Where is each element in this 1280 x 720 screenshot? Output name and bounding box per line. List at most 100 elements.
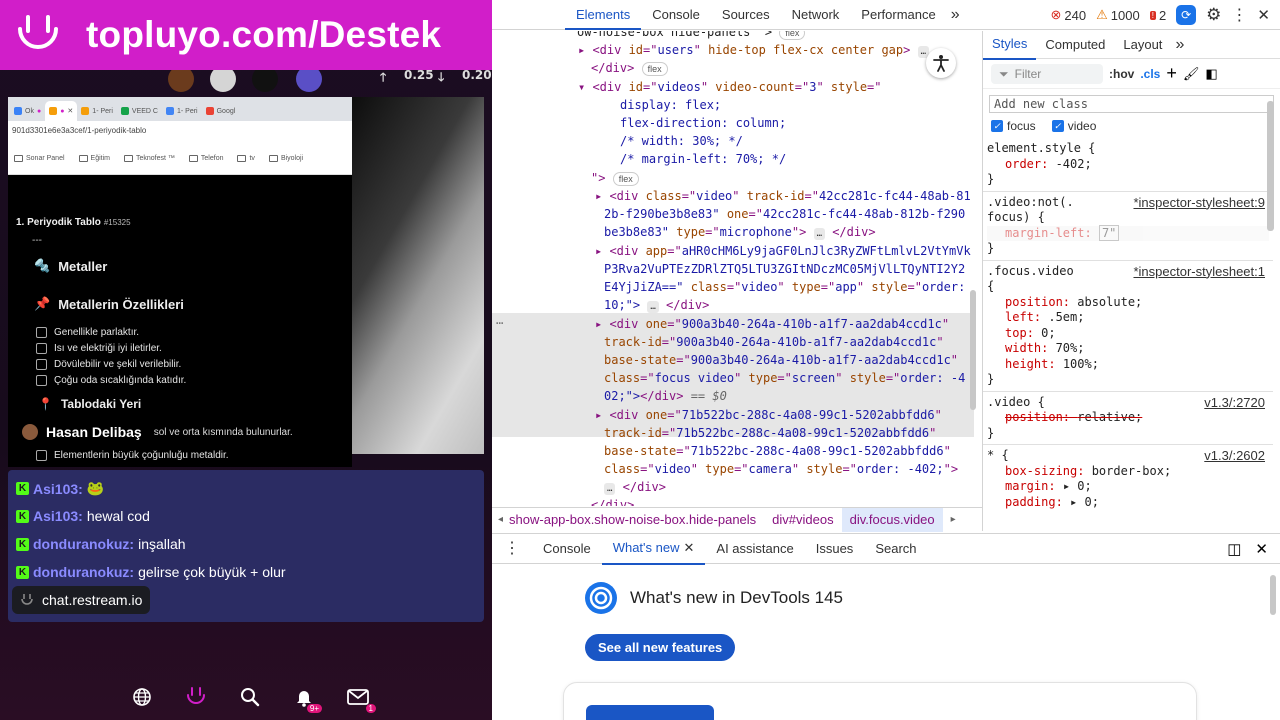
drawer-tab-console[interactable]: Console: [532, 534, 602, 564]
breadcrumb-right-arrow-icon[interactable]: ▸: [943, 514, 964, 525]
tree-line: 10;"> … </div>: [604, 298, 710, 313]
bottom-dock: 9+ 1: [130, 682, 376, 713]
inline-style-line: flex-direction: column;: [620, 116, 787, 130]
feature-card[interactable]: [563, 682, 1197, 720]
mail-icon[interactable]: 1: [346, 685, 376, 713]
styles-tab-bar: Styles Computed Layout »: [983, 31, 1280, 60]
rule-video[interactable]: v1.3/:2720 .video { position: relative; …: [983, 395, 1273, 445]
error-count[interactable]: ⊗ 240: [1051, 7, 1087, 23]
webcam-feed: [352, 97, 484, 454]
issue-count[interactable]: ! 2: [1149, 8, 1166, 23]
tree-node-microphone[interactable]: ▸ <div class="video" track-id="42cc281c-…: [595, 187, 971, 205]
issue-icon: !: [1149, 10, 1156, 20]
browser-tab: 1- Peri: [162, 101, 202, 121]
smile-icon: [21, 594, 33, 605]
tab-console[interactable]: Console: [641, 0, 711, 30]
drawer-tab-issues[interactable]: Issues: [805, 534, 865, 564]
whats-new-panel: What's new in DevTools 145 See all new f…: [492, 565, 1280, 720]
stream-overlay: topluyo.com/Destek 🡑 0.25 🡓 0.20 Ok ● ● ✕ …: [0, 0, 492, 720]
tab-sources[interactable]: Sources: [711, 0, 781, 30]
search-icon[interactable]: [238, 685, 262, 709]
warning-count[interactable]: ⚠ 1000: [1096, 7, 1140, 23]
kick-icon: K: [16, 482, 29, 495]
close-devtools-icon[interactable]: ✕: [1257, 6, 1270, 24]
dock-side-icon[interactable]: ◫: [1217, 540, 1251, 558]
stylesheet-link[interactable]: v1.3/:2602: [1204, 448, 1265, 464]
topluyo-home-icon[interactable]: [184, 685, 208, 709]
upvote-icon: 🡑: [380, 70, 387, 84]
stylesheet-link[interactable]: v1.3/:2720: [1204, 395, 1265, 411]
bell-icon[interactable]: 9+: [292, 685, 322, 713]
add-rule-icon[interactable]: +: [1166, 63, 1177, 84]
drawer-tab-search[interactable]: Search: [864, 534, 927, 564]
folder-icon: [188, 155, 198, 162]
cls-toggle[interactable]: .cls: [1140, 67, 1160, 81]
sidebar-toggle-icon[interactable]: ◧: [1205, 66, 1217, 82]
chrome-devtools-logo-icon: [585, 582, 617, 614]
kebab-menu-icon[interactable]: ⋮: [1231, 5, 1247, 25]
rule-focus-video[interactable]: *inspector-stylesheet:1 .focus.video { p…: [983, 264, 1273, 392]
class-checkbox-video[interactable]: ✓ video: [1051, 119, 1096, 133]
stylesheet-link[interactable]: *inspector-stylesheet:1: [1133, 264, 1265, 280]
node-options-icon[interactable]: ⋯: [496, 314, 503, 332]
add-class-input[interactable]: Add new class: [989, 95, 1274, 113]
drawer-scrollbar[interactable]: [1270, 575, 1276, 615]
hov-toggle[interactable]: :hov: [1109, 67, 1134, 81]
heading-metaller: 🔩 Metaller: [34, 258, 108, 274]
browser-tab-strip: Ok ● ● ✕ 1- Peri VEED C 1- Peri Googl: [8, 97, 352, 121]
drawer-menu-icon[interactable]: ⋮: [492, 534, 532, 564]
styles-filter-input[interactable]: ⏷ Filter: [991, 63, 1103, 84]
kick-icon: K: [16, 565, 29, 579]
chat-message: Kdonduranokuz: gelirse çok büyük + olur: [16, 564, 286, 580]
tree-node-users[interactable]: ▸ <div id="users" hide-top flex-cx cente…: [578, 41, 930, 59]
todo-item: Isı ve elektriği iyi iletirler.: [36, 343, 162, 354]
tab-layout[interactable]: Layout: [1114, 31, 1171, 59]
error-icon: ⊗: [1050, 7, 1062, 22]
breadcrumb-item-active[interactable]: div.focus.video: [841, 507, 943, 532]
drawer-tab-whats-new[interactable]: What's new ✕: [601, 533, 706, 565]
more-tabs-chevron-icon[interactable]: »: [947, 0, 964, 30]
tree-node-focus-video[interactable]: ▸ <div one="900a3b40-264a-410b-a1f7-aa2d…: [595, 315, 949, 333]
rule-universal[interactable]: v1.3/:2602 * { box-sizing: border-box; m…: [983, 448, 1273, 513]
dom-breadcrumb: ◂ show-app-box.show-noise-box.hide-panel…: [492, 507, 982, 532]
whats-new-heading: What's new in DevTools 145: [584, 581, 843, 615]
more-panes-chevron-icon[interactable]: »: [1171, 31, 1188, 59]
browser-url-bar: 901d3301e6e3a3cef/1-periyodik-tablo: [8, 121, 352, 143]
smile-logo-icon: [18, 15, 58, 49]
todo-item: Genellikle parlaktır.: [36, 327, 139, 338]
tree-node-videos[interactable]: ▾ <div id="videos" video-count="3" style…: [578, 78, 882, 96]
chat-message: Kdonduranokuz: inşallah: [16, 536, 186, 552]
breadcrumb-left-arrow-icon[interactable]: ◂: [492, 514, 509, 525]
tree-node-camera[interactable]: ▸ <div one="71b522bc-288c-4a08-99c1-5202…: [595, 406, 942, 424]
tab-styles[interactable]: Styles: [983, 31, 1037, 60]
folder-icon: [14, 155, 23, 162]
browser-tab: VEED C: [117, 101, 162, 121]
downvote-icon: 🡓: [438, 70, 445, 84]
close-drawer-icon[interactable]: ✕: [1251, 540, 1280, 558]
tab-elements[interactable]: Elements: [565, 0, 642, 30]
breadcrumb-item[interactable]: show-app-box.show-noise-box.hide-panels: [509, 508, 764, 532]
settings-gear-icon[interactable]: ⚙: [1206, 5, 1221, 25]
notification-count: 9+: [306, 704, 322, 713]
tab-network[interactable]: Network: [781, 0, 851, 30]
tree-node-app[interactable]: ▸ <div app="aHR0cHM6Ly9jaGF0LnJlc3RyZWFt…: [595, 242, 971, 260]
rule-element-style[interactable]: element.style { order: -402; }: [983, 141, 1273, 192]
stylesheet-link[interactable]: *inspector-stylesheet:9: [1133, 195, 1265, 211]
styles-scrollbar[interactable]: [1267, 101, 1274, 231]
rule-video-not-focus[interactable]: *inspector-stylesheet:9 .video:not(. foc…: [983, 195, 1273, 261]
drawer-tab-ai-assistance[interactable]: AI assistance: [705, 534, 804, 564]
elements-tree[interactable]: ow-noise-box hide-panels" > flex ▸ <div …: [492, 31, 982, 506]
tree-line: base-state="71b522bc-288c-4a08-99c1-5202…: [604, 444, 951, 458]
see-all-features-button[interactable]: See all new features: [585, 634, 736, 661]
location-pin-icon: 📍: [38, 397, 53, 411]
paint-brush-icon[interactable]: 🖌: [1183, 66, 1200, 82]
globe-icon[interactable]: [130, 685, 154, 709]
class-checkbox-focus[interactable]: ✓ focus: [991, 119, 1036, 133]
breadcrumb-item[interactable]: div#videos: [764, 508, 841, 532]
accessibility-tree-toggle-icon[interactable]: [926, 48, 956, 78]
streamer-name-tag: Hasan Delibaş sol ve orta kısmında bulun…: [8, 417, 352, 447]
tab-computed[interactable]: Computed: [1036, 31, 1114, 59]
ai-assistant-icon[interactable]: ⟳: [1176, 5, 1197, 25]
elements-scrollbar[interactable]: [970, 290, 976, 410]
tab-performance[interactable]: Performance: [850, 0, 946, 30]
